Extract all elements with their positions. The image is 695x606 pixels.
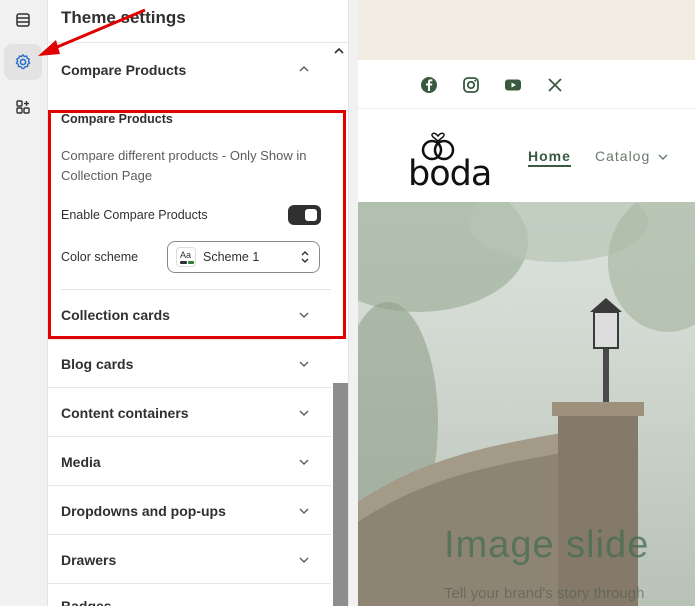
section-media[interactable]: Media bbox=[61, 454, 101, 470]
section-dropdowns-popups[interactable]: Dropdowns and pop-ups bbox=[61, 503, 226, 519]
scroll-up-icon[interactable] bbox=[333, 44, 345, 58]
hero-subtitle: Tell your brand's story through bbox=[444, 585, 645, 602]
store-logo[interactable]: boda bbox=[408, 154, 492, 194]
nav-catalog-label: Catalog bbox=[595, 148, 651, 164]
chevron-down-icon[interactable] bbox=[297, 553, 311, 567]
chevron-down-icon[interactable] bbox=[297, 455, 311, 469]
chevron-up-icon[interactable] bbox=[297, 62, 311, 76]
scrollbar-thumb[interactable] bbox=[333, 383, 348, 606]
preview-gutter bbox=[349, 0, 358, 606]
chevron-down-icon[interactable] bbox=[297, 406, 311, 420]
section-badges[interactable]: Badges bbox=[61, 598, 112, 606]
hero-title: Image slide bbox=[444, 524, 650, 566]
nav-home[interactable]: Home bbox=[528, 148, 571, 167]
x-icon[interactable] bbox=[545, 75, 565, 95]
hero-slide: Image slide Tell your brand's story thro… bbox=[358, 202, 695, 606]
divider bbox=[48, 339, 331, 340]
chevron-down-icon bbox=[658, 154, 668, 160]
divider bbox=[48, 534, 331, 535]
section-content-containers[interactable]: Content containers bbox=[61, 405, 189, 421]
sections-icon bbox=[16, 13, 30, 27]
instagram-icon[interactable] bbox=[461, 75, 481, 95]
social-bar bbox=[358, 60, 695, 109]
store-preview: boda Home Catalog Image slide Tell your … bbox=[349, 0, 695, 606]
site-header: boda Home Catalog bbox=[358, 110, 695, 202]
nav-catalog[interactable]: Catalog bbox=[595, 148, 668, 164]
arrow-annotation-icon bbox=[38, 8, 146, 56]
announcement-bar bbox=[358, 0, 695, 60]
chevron-down-icon[interactable] bbox=[297, 504, 311, 518]
section-drawers[interactable]: Drawers bbox=[61, 552, 116, 568]
apps-icon bbox=[16, 100, 30, 114]
left-rail bbox=[0, 0, 48, 606]
divider bbox=[48, 583, 331, 584]
divider bbox=[48, 436, 331, 437]
chevron-down-icon[interactable] bbox=[297, 357, 311, 371]
highlight-box bbox=[48, 110, 346, 339]
youtube-icon[interactable] bbox=[503, 75, 523, 95]
divider bbox=[48, 485, 331, 486]
apps-button[interactable] bbox=[4, 89, 42, 125]
facebook-icon[interactable] bbox=[419, 75, 439, 95]
section-blog-cards[interactable]: Blog cards bbox=[61, 356, 133, 372]
divider bbox=[48, 387, 331, 388]
